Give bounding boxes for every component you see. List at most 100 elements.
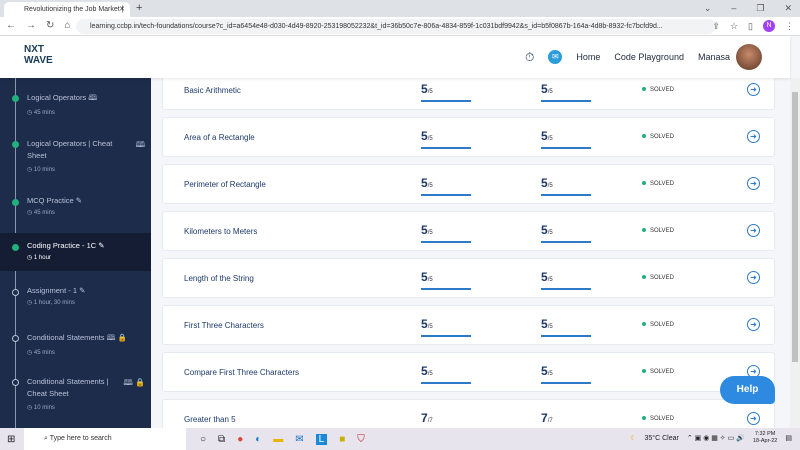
- arrow-right-icon[interactable]: ➜: [747, 130, 760, 143]
- score-2: 5/5: [541, 127, 591, 149]
- app-icon[interactable]: ■: [339, 434, 345, 445]
- minimize-icon[interactable]: –: [731, 3, 736, 14]
- new-tab-icon[interactable]: +: [136, 2, 142, 14]
- problem-row[interactable]: Area of a Rectangle 5/5 5/5 SOLVED ➜: [162, 117, 775, 157]
- close-window-icon[interactable]: ✕: [784, 3, 792, 14]
- score-progress-bar: [421, 100, 471, 102]
- score-progress-bar: [541, 100, 591, 102]
- arrow-right-icon[interactable]: ➜: [747, 83, 760, 96]
- file-explorer-icon[interactable]: ▬: [273, 434, 283, 445]
- home-icon[interactable]: ⌂: [64, 20, 70, 31]
- problem-row[interactable]: First Three Characters 5/5 5/5 SOLVED ➜: [162, 305, 775, 345]
- sidebar-item-conditional-statements-cheat-sheet[interactable]: Conditional Statements | Cheat Sheet 🕮 🔒 ◷…: [0, 376, 151, 416]
- sidebar-item-mcq-practice[interactable]: MCQ Practice ✎ ◷ 45 mins: [0, 196, 151, 226]
- pencil-icon: ✎: [79, 286, 86, 295]
- profile-avatar[interactable]: N: [763, 20, 775, 32]
- weather-status[interactable]: 35°C Clear: [645, 435, 679, 442]
- sidebar-item-assignment-1[interactable]: Assignment - 1 ✎ ◷ 1 hour, 30 mins: [0, 286, 151, 316]
- problem-title[interactable]: Kilometers to Meters: [184, 227, 257, 236]
- problem-title[interactable]: Perimeter of Rectangle: [184, 180, 266, 189]
- arrow-right-icon[interactable]: ➜: [747, 412, 760, 425]
- score-progress-bar: [541, 382, 591, 384]
- cortana-icon[interactable]: ○: [200, 434, 206, 445]
- score-progress-bar: [421, 335, 471, 337]
- taskbar-search-input[interactable]: ⌕ Type here to search: [24, 428, 186, 450]
- menu-icon[interactable]: ⋮: [785, 21, 794, 32]
- mail-icon[interactable]: ✉: [295, 434, 303, 445]
- score-progress-bar: [541, 147, 591, 149]
- status-badge: SOLVED: [642, 181, 674, 187]
- status-badge: SOLVED: [642, 416, 674, 422]
- lock-icon: 🔒: [117, 333, 127, 342]
- chat-icon[interactable]: ✉: [548, 50, 563, 64]
- sidebar-item-conditional-statements[interactable]: Conditional Statements 🕮 🔒 ◷ 45 mins: [0, 332, 151, 362]
- tray-icons[interactable]: ⌃ ▣ ◉ ▦ ✧ ▭ 🔊: [687, 434, 745, 442]
- close-tab-icon[interactable]: ✕: [119, 5, 125, 13]
- score-progress-bar: [541, 288, 591, 290]
- edge-icon[interactable]: ◐: [255, 434, 261, 445]
- problem-title[interactable]: Length of the String: [184, 274, 254, 283]
- nav-home[interactable]: Home: [576, 52, 600, 62]
- problem-row[interactable]: Kilometers to Meters 5/5 5/5 SOLVED ➜: [162, 211, 775, 251]
- app-l-icon[interactable]: L: [315, 433, 328, 445]
- arrow-right-icon[interactable]: ➜: [747, 224, 760, 237]
- problem-title[interactable]: First Three Characters: [184, 321, 264, 330]
- score-progress-bar: [421, 147, 471, 149]
- nav-code-playground[interactable]: Code Playground: [614, 52, 684, 62]
- mcafee-icon[interactable]: ⛉: [357, 434, 365, 445]
- problem-list: Basic Arithmetic 5/5 5/5 SOLVED ➜ Area of…: [151, 70, 790, 439]
- duration: ◷ 1 hour: [27, 255, 51, 261]
- tab-bar: Revolutionizing the Job Market | ✕ + ⌄ – ❐ ✕: [0, 0, 800, 17]
- sidebar-item-logical-operators[interactable]: Logical Operators 🕮 ◷ 45 mins: [0, 92, 151, 128]
- problem-title[interactable]: Area of a Rectangle: [184, 133, 255, 142]
- user-name[interactable]: Manasa: [698, 52, 730, 62]
- site-header: NXT WAVE ⏱ ✉ Home Code Playground Manasa: [0, 36, 790, 78]
- star-icon[interactable]: ☆: [730, 21, 738, 32]
- score-2: 5/5: [541, 174, 591, 196]
- clock[interactable]: 7:32 PM 18-Apr-22: [753, 431, 777, 445]
- arrow-right-icon[interactable]: ➜: [747, 318, 760, 331]
- problem-title[interactable]: Basic Arithmetic: [184, 86, 241, 95]
- windows-start-icon[interactable]: ⊞: [7, 434, 15, 445]
- chrome-icon[interactable]: ●: [237, 434, 243, 445]
- timer-icon[interactable]: ⏱: [525, 50, 534, 65]
- problem-title[interactable]: Greater than 5: [184, 415, 236, 424]
- tab-search-icon[interactable]: ⌄: [704, 3, 712, 14]
- arrow-right-icon[interactable]: ➜: [747, 271, 760, 284]
- tab-title: Revolutionizing the Job Market |: [24, 6, 124, 13]
- sidepanel-icon[interactable]: ▯: [748, 21, 753, 32]
- duration: ◷ 1 hour, 30 mins: [27, 300, 75, 306]
- sidebar-item-coding-practice-1c[interactable]: Coding Practice - 1C ✎ ◷ 1 hour: [0, 233, 151, 271]
- problem-title[interactable]: Compare First Three Characters: [184, 368, 299, 377]
- score-2: 5/5: [541, 80, 591, 102]
- task-view-icon[interactable]: ⧉: [218, 434, 225, 445]
- sidebar-item-logical-operators-cheat-sheet[interactable]: Logical Operators | Cheat Sheet 🕮 ◷ 10 min…: [0, 138, 151, 178]
- logo[interactable]: NXT WAVE: [24, 44, 53, 66]
- address-bar-row: ← → ↻ ⌂ learning.ccbp.in/tech-foundations/c…: [0, 17, 800, 36]
- back-icon[interactable]: ←: [6, 20, 16, 31]
- help-button[interactable]: Help: [720, 376, 775, 404]
- restore-icon[interactable]: ❐: [756, 3, 764, 14]
- scrollbar[interactable]: [790, 78, 800, 428]
- score-progress-bar: [421, 288, 471, 290]
- status-badge: SOLVED: [642, 369, 674, 375]
- arrow-right-icon[interactable]: ➜: [747, 177, 760, 190]
- score-2: 5/5: [541, 315, 591, 337]
- weather-icon: ☾: [630, 435, 637, 442]
- score: 5/5: [421, 174, 471, 196]
- avatar[interactable]: [736, 44, 762, 70]
- duration: ◷ 45 mins: [27, 110, 55, 116]
- book-icon: 🕮: [106, 333, 116, 342]
- share-icon[interactable]: ⇪: [712, 21, 720, 32]
- score-progress-bar: [421, 241, 471, 243]
- book-icon: 🕮: [123, 378, 133, 387]
- reload-icon[interactable]: ↻: [46, 20, 54, 31]
- problem-row[interactable]: Compare First Three Characters 5/5 5/5 S…: [162, 352, 775, 392]
- problem-row[interactable]: Length of the String 5/5 5/5 SOLVED ➜: [162, 258, 775, 298]
- notification-icon[interactable]: ▤: [785, 434, 792, 442]
- problem-row[interactable]: Perimeter of Rectangle 5/5 5/5 SOLVED ➜: [162, 164, 775, 204]
- forward-icon[interactable]: →: [26, 20, 36, 31]
- browser-tab[interactable]: Revolutionizing the Job Market | ✕: [4, 2, 130, 17]
- duration: ◷ 45 mins: [27, 350, 55, 356]
- url-input[interactable]: learning.ccbp.in/tech-foundations/course…: [76, 19, 716, 34]
